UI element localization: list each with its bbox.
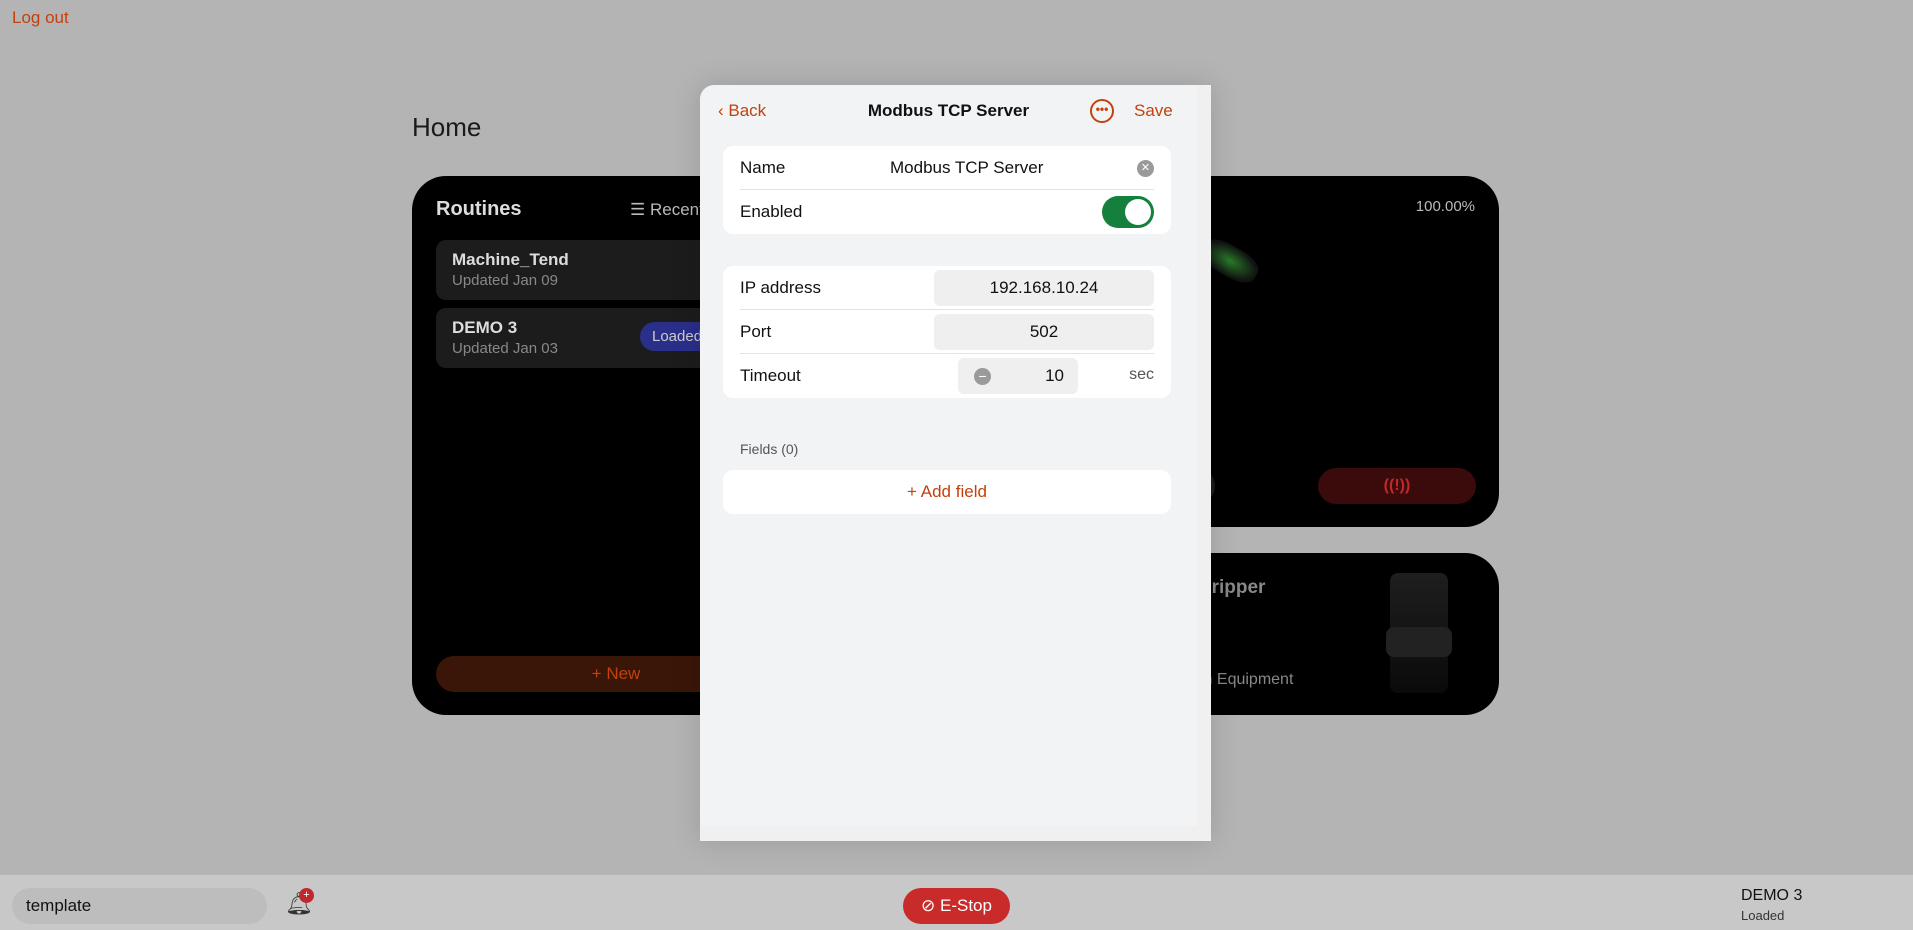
routine-updated: Updated Jan 03 [452,340,558,357]
connection-group: IP address 192.168.10.24 Port 502 Timeou… [723,266,1171,398]
sort-label: Recent [649,200,704,219]
back-label: Back [728,101,767,120]
template-selector[interactable]: template [12,888,267,924]
add-field-label: Add field [920,482,987,501]
ip-label: IP address [740,278,821,297]
name-input[interactable]: Modbus TCP Server [890,158,1043,178]
routine-updated: Updated Jan 09 [452,272,558,289]
estop-button[interactable]: ⊘ E-Stop [903,888,1010,924]
timeout-value[interactable]: 10 [1045,366,1064,386]
estop-label: E-Stop [939,896,992,915]
add-field-button[interactable]: + Add field [723,470,1171,514]
loaded-routine-name: DEMO 3 [1741,887,1803,904]
plus-icon: + [907,482,921,501]
enabled-toggle[interactable] [1102,196,1154,228]
routine-name: Machine_Tend [452,250,569,269]
gripper-subtitle: in Equipment [1200,671,1294,688]
plus-icon: + [591,664,607,683]
alert-icon: ((!)) [1383,477,1411,494]
routines-title: Routines [436,198,522,220]
chevron-left-icon: ‹ [718,101,729,120]
save-button[interactable]: Save [1134,101,1173,121]
more-options-icon[interactable]: ••• [1090,99,1114,123]
port-label: Port [740,322,772,341]
ip-address-input[interactable]: 192.168.10.24 [934,270,1154,306]
loaded-routine-status: Loaded [1741,908,1785,923]
general-group: Name Modbus TCP Server ✕ Enabled [723,146,1171,234]
port-input[interactable]: 502 [934,314,1154,350]
page-title: Home [412,112,482,142]
back-button[interactable]: ‹ Back [718,101,766,121]
vertical-scrollbar[interactable] [1197,85,1211,826]
notification-badge: + [299,888,314,903]
horizontal-scrollbar[interactable] [700,826,1211,841]
clear-icon[interactable]: ✕ [1137,160,1154,177]
enabled-label: Enabled [740,202,803,221]
sort-button[interactable]: ☰ Recent [630,200,704,220]
fields-label: Fields (0) [740,441,799,457]
brake-alert-button[interactable]: ((!)) [1318,468,1476,504]
bottom-bar: template 🔔︎ + ⊘ E-Stop DEMO 3 Loaded [0,875,1913,930]
timeout-label: Timeout [740,366,801,385]
modbus-dialog: ‹ Back Modbus TCP Server ••• Save Name M… [700,85,1211,841]
timeout-stepper[interactable]: − 10 [958,358,1078,394]
logout-link[interactable]: Log out [12,8,69,28]
name-label: Name [740,158,786,177]
new-label: New [606,664,641,683]
filter-icon: ☰ [630,200,650,219]
routine-name: DEMO 3 [452,318,518,337]
gripper-image [1386,573,1452,693]
timeout-unit: sec [1129,366,1154,383]
stop-icon: ⊘ [921,896,940,915]
speed-readout: 100.00% [1415,198,1475,215]
minus-icon[interactable]: − [974,368,991,385]
dialog-title: Modbus TCP Server [867,101,1030,120]
